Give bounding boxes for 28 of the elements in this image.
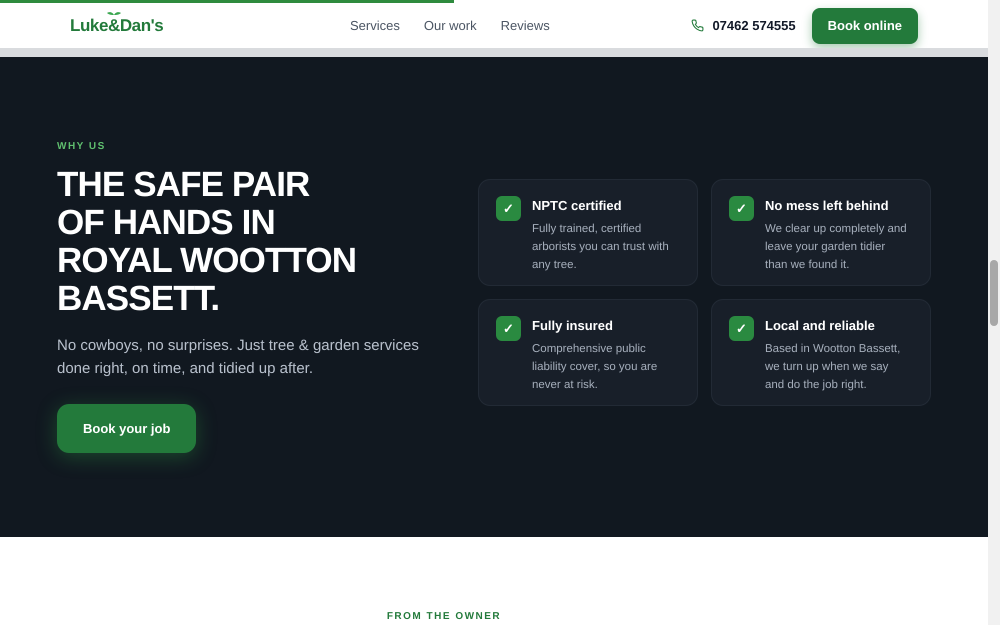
book-your-job-button[interactable]: Book your job [57, 404, 196, 453]
check-badge: ✓ [496, 196, 521, 221]
section-eyebrow: WHY US [57, 140, 107, 154]
hero-heading-line: ROYAL WOOTTON [57, 242, 358, 280]
hero-heading-line: BASSETT. [57, 280, 220, 318]
feature-title: Fully insured [532, 317, 614, 335]
feature-text: Based in Wootton Bassett, we turn up when we say and do the job right. [765, 342, 902, 392]
hero-heading-line: THE SAFE PAIR [57, 166, 310, 204]
book-online-button[interactable]: Book online [812, 8, 918, 44]
check-badge: ✓ [729, 316, 754, 341]
check-badge: ✓ [496, 316, 521, 341]
scrollbar[interactable] [988, 0, 1000, 625]
feature-text: We clear up completely and leave your garden tidier than we found it. [765, 222, 908, 272]
feature-text: Fully trained, certified arborists you can trust with any tree. [532, 222, 670, 272]
nav-link[interactable]: Services [350, 16, 400, 36]
nav-link[interactable]: Our work [424, 16, 477, 36]
feature-title: No mess left behind [765, 197, 890, 215]
hero-heading-line: OF HANDS IN [57, 204, 276, 242]
check-badge: ✓ [729, 196, 754, 221]
phone-icon [691, 19, 704, 32]
section-eyebrow: FROM THE OWNER [386, 610, 502, 624]
hero-lead: No cowboys, no surprises. Just tree & garden services done right, on time, and tidied up after. [57, 336, 420, 379]
phone-link[interactable]: 07462 574555 [712, 16, 796, 36]
feature-title: Local and reliable [765, 317, 876, 335]
nav-link[interactable]: Reviews [500, 16, 550, 36]
logo[interactable]: Luke&Dan's [70, 12, 164, 38]
feature-title: NPTC certified [532, 197, 623, 215]
feature-text: Comprehensive public liability cover, so you are never at risk. [532, 342, 658, 392]
